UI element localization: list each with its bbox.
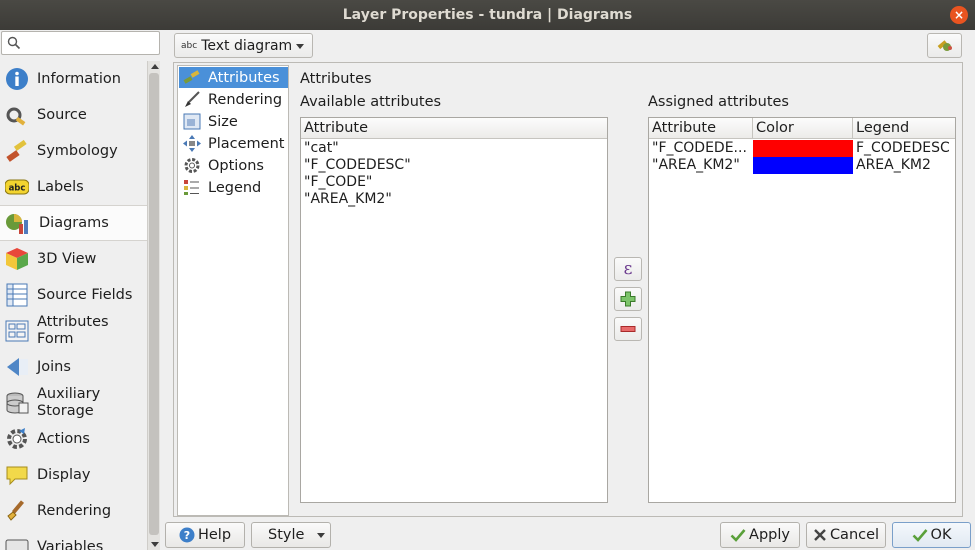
sidebar-nav: Information Source Symbology abc Labels … (0, 61, 147, 550)
chevron-down-icon (296, 44, 304, 49)
column-header-attribute[interactable]: Attribute (301, 118, 607, 138)
remove-attribute-button[interactable] (614, 317, 642, 341)
available-attributes-label: Available attributes (300, 94, 442, 110)
ok-button[interactable]: OK (892, 522, 971, 548)
sidebar-item-information[interactable]: Information (0, 61, 147, 97)
sidebar-scrollbar[interactable] (147, 61, 160, 550)
svg-text:abc: abc (9, 184, 26, 194)
sidebar-item-joins[interactable]: Joins (0, 349, 147, 385)
chevron-down-icon (317, 533, 325, 538)
search-icon (7, 36, 21, 50)
title-bar: Layer Properties - tundra | Diagrams × (0, 0, 975, 30)
sidebar-item-auxiliary-storage[interactable]: Auxiliary Storage (0, 385, 147, 421)
diagram-type-select[interactable]: abc Text diagram (174, 33, 313, 58)
help-icon: ? (179, 527, 195, 543)
sidebar-item-source[interactable]: Source (0, 97, 147, 133)
symbology-icon (6, 139, 27, 162)
diagram-type-value: Text diagram (201, 37, 293, 54)
scrollbar-thumb[interactable] (149, 73, 159, 535)
check-icon (912, 529, 928, 542)
sidebar-item-variables[interactable]: Variables (0, 529, 147, 550)
sidebar-item-source-fields[interactable]: Source Fields (0, 277, 147, 313)
legend-cell[interactable]: F_CODEDESC (853, 140, 955, 157)
sidebar-item-rendering[interactable]: Rendering (0, 493, 147, 529)
legend-icon (184, 180, 199, 195)
3d-view-icon (6, 248, 28, 270)
color-swatch[interactable] (753, 157, 853, 174)
brush-icon (185, 91, 200, 107)
subnav-item-options[interactable]: Options (179, 155, 288, 176)
close-icon: × (953, 8, 965, 22)
column-header-attribute[interactable]: Attribute (649, 118, 753, 138)
rendering-icon (7, 500, 25, 521)
sidebar-item-3d-view[interactable]: 3D View (0, 241, 147, 277)
style-manager-icon (937, 40, 952, 51)
window-title: Layer Properties - tundra | Diagrams (342, 7, 633, 23)
variables-icon (5, 539, 29, 550)
sidebar-item-actions[interactable]: Actions (0, 421, 147, 457)
subnav-item-size[interactable]: Size (179, 111, 288, 132)
size-icon (183, 113, 201, 130)
joins-icon (7, 358, 28, 376)
placement-icon (183, 135, 201, 152)
display-icon (6, 466, 28, 486)
add-expression-button[interactable]: ε (614, 257, 642, 281)
help-button[interactable]: ? Help (165, 522, 245, 548)
actions-icon (7, 428, 27, 449)
list-item[interactable]: "AREA_KM2" (301, 191, 607, 208)
attributes-icon (183, 70, 200, 84)
color-swatch[interactable] (753, 140, 853, 157)
minus-icon (620, 326, 636, 332)
scroll-up-icon[interactable] (151, 64, 159, 69)
column-header-legend[interactable]: Legend (853, 118, 955, 138)
sidebar-item-diagrams[interactable]: Diagrams (0, 205, 147, 241)
list-item[interactable]: "F_CODEDESC" (301, 157, 607, 174)
cross-icon (814, 529, 826, 541)
diagram-subnav: Attributes Rendering Size Placement Opti… (177, 65, 289, 516)
subnav-item-rendering[interactable]: Rendering (179, 89, 288, 110)
legend-cell[interactable]: AREA_KM2 (853, 157, 955, 174)
attribute-cell: "F_CODEDE... (652, 140, 747, 156)
check-icon (730, 529, 746, 542)
options-icon (184, 158, 200, 173)
subnav-item-legend[interactable]: Legend (179, 177, 288, 198)
style-manager-button[interactable] (927, 33, 962, 58)
apply-button[interactable]: Apply (720, 522, 800, 548)
available-attributes-table[interactable]: Attribute "cat" "F_CODEDESC" "F_CODE" "A… (300, 117, 608, 503)
scroll-down-icon[interactable] (151, 542, 159, 547)
search-input[interactable] (1, 31, 160, 55)
sidebar-item-attributes-form[interactable]: Attributes Form (0, 313, 147, 349)
assigned-attributes-label: Assigned attributes (648, 94, 789, 110)
attribute-cell: "AREA_KM2" (652, 157, 740, 173)
information-icon (6, 68, 28, 90)
source-icon (6, 107, 26, 126)
style-button[interactable]: Style (251, 522, 331, 548)
plus-icon (620, 291, 636, 307)
auxiliary-storage-icon (6, 392, 29, 414)
table-row[interactable]: "F_CODEDE... F_CODEDESC (649, 140, 955, 157)
close-button[interactable]: × (950, 6, 968, 24)
sidebar-item-display[interactable]: Display (0, 457, 147, 493)
sidebar-item-labels[interactable]: abc Labels (0, 169, 147, 205)
subnav-item-placement[interactable]: Placement (179, 133, 288, 154)
add-attribute-button[interactable] (614, 287, 642, 311)
source-fields-icon (6, 283, 28, 307)
list-item[interactable]: "F_CODE" (301, 174, 607, 191)
svg-text:?: ? (184, 529, 190, 542)
page-title: Attributes (300, 71, 372, 87)
diagrams-icon (6, 214, 28, 234)
subnav-item-attributes[interactable]: Attributes (179, 67, 288, 88)
text-diagram-icon: abc (181, 40, 198, 51)
cancel-button[interactable]: Cancel (806, 522, 886, 548)
list-item[interactable]: "cat" (301, 140, 607, 157)
table-row[interactable]: "AREA_KM2" AREA_KM2 (649, 157, 955, 174)
assigned-attributes-table[interactable]: Attribute Color Legend "F_CODEDE... F_CO… (648, 117, 956, 503)
sidebar-item-symbology[interactable]: Symbology (0, 133, 147, 169)
column-header-color[interactable]: Color (753, 118, 853, 138)
expression-icon: ε (623, 258, 633, 279)
attributes-form-icon (5, 320, 29, 342)
labels-icon: abc (5, 179, 29, 195)
